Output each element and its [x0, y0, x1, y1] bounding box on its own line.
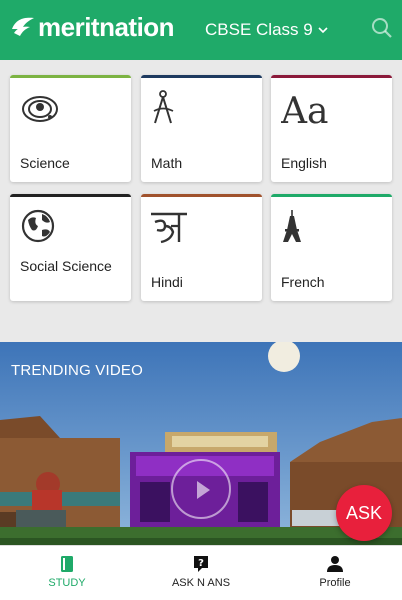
card-accent-bar	[271, 194, 392, 197]
subject-label: Science	[20, 155, 70, 171]
search-icon[interactable]	[371, 17, 393, 39]
card-accent-bar	[271, 75, 392, 78]
subject-label: French	[281, 274, 325, 290]
class-selector-label: CBSE Class 9	[205, 20, 313, 39]
top-app-bar: meritnation CBSE Class 9	[0, 0, 402, 60]
svg-text:?: ?	[198, 558, 204, 569]
subject-label: Math	[151, 155, 183, 171]
globe-icon	[21, 209, 55, 243]
subject-card-hindi[interactable]: Hindi	[141, 194, 262, 301]
subject-label: Social Science	[20, 258, 112, 274]
nav-item-profile[interactable]: Profile	[268, 546, 402, 600]
svg-text:Aa: Aa	[281, 91, 328, 129]
class-selector[interactable]: CBSE Class 9	[205, 20, 329, 40]
card-accent-bar	[10, 75, 131, 78]
nav-label: Profile	[319, 577, 351, 589]
play-icon	[197, 481, 210, 499]
book-icon	[61, 556, 73, 572]
subject-card-science[interactable]: Science	[10, 75, 131, 182]
logo-wing-icon	[12, 17, 34, 36]
question-bubble-icon: ?	[194, 556, 208, 572]
compass-icon	[153, 90, 174, 124]
text-aa-icon: Aa	[281, 91, 328, 129]
trending-video-title: TRENDING VIDEO	[11, 362, 143, 379]
card-accent-bar	[141, 75, 262, 78]
nav-item-study[interactable]: STUDY	[0, 546, 134, 600]
meritnation-logo[interactable]: meritnation	[10, 9, 175, 45]
subject-card-math[interactable]: Math	[141, 75, 262, 182]
subject-label: English	[281, 155, 327, 171]
atom-icon	[22, 96, 58, 122]
card-accent-bar	[10, 194, 131, 197]
logo-text: meritnation	[38, 11, 175, 42]
hindi-letter-icon	[151, 212, 187, 244]
ask-fab-button[interactable]: ASK	[336, 485, 392, 541]
play-button[interactable]	[171, 459, 231, 519]
person-icon	[327, 556, 343, 572]
subject-card-english[interactable]: Aa English	[271, 75, 392, 182]
subject-card-french[interactable]: French	[271, 194, 392, 301]
subject-card-social-science[interactable]: Social Science	[10, 194, 131, 301]
nav-label: STUDY	[48, 577, 86, 589]
subject-label: Hindi	[151, 274, 183, 290]
subject-grid: Science Math Aa English Social Science H…	[0, 60, 402, 342]
chevron-down-icon	[318, 27, 328, 34]
nav-item-ask-n-ans[interactable]: ? ASK N ANS	[134, 546, 268, 600]
ask-fab-label: ASK	[345, 502, 383, 523]
bottom-navigation: STUDY ? ASK N ANS Profile	[0, 545, 402, 600]
card-accent-bar	[141, 194, 262, 197]
nav-label: ASK N ANS	[171, 577, 231, 589]
eiffel-tower-icon	[283, 210, 301, 242]
